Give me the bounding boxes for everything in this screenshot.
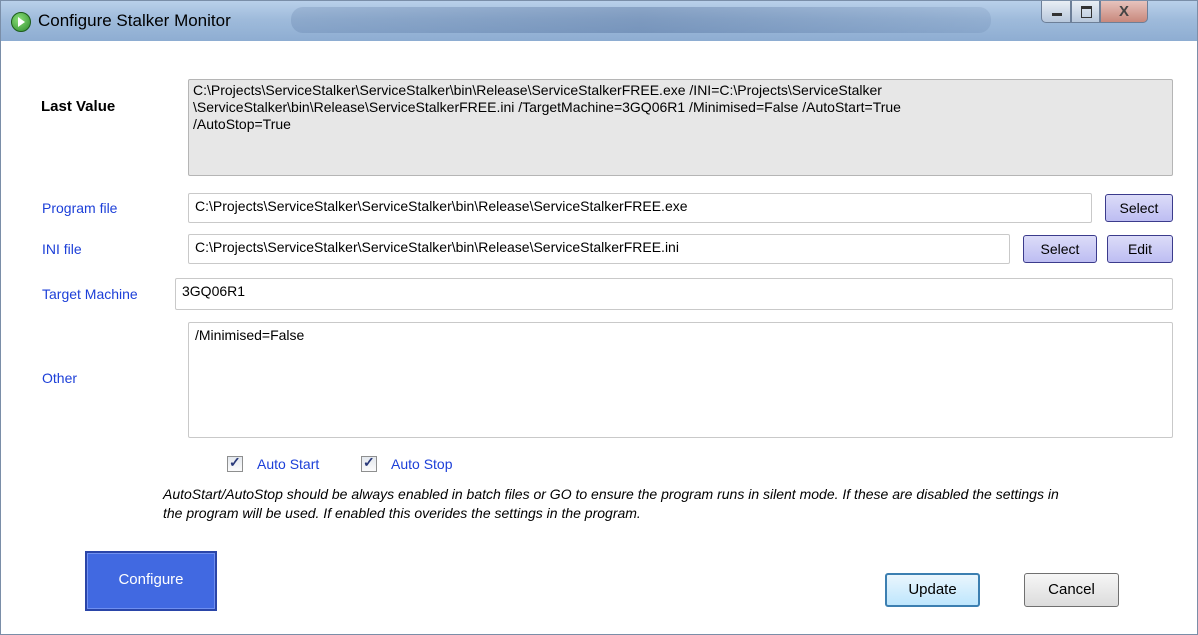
auto-stop-label[interactable]: Auto Stop — [391, 456, 453, 472]
close-icon: X — [1118, 3, 1129, 20]
minimize-button[interactable] — [1041, 1, 1071, 23]
last-value-field: C:\Projects\ServiceStalker\ServiceStalke… — [188, 79, 1173, 176]
target-machine-label: Target Machine — [42, 286, 138, 302]
ini-file-edit-button[interactable]: Edit — [1107, 235, 1173, 263]
check-mark-icon: ✓ — [229, 454, 241, 470]
ini-file-select-button[interactable]: Select — [1023, 235, 1097, 263]
auto-start-stop-note: AutoStart/AutoStop should be always enab… — [163, 486, 1059, 521]
dialog-window: Configure Stalker Monitor X Last Value C… — [0, 0, 1198, 635]
title-bar[interactable]: Configure Stalker Monitor X — [1, 1, 1197, 41]
auto-stop-checkbox[interactable]: ✓ — [361, 454, 377, 472]
other-textarea[interactable]: /Minimised=False — [188, 322, 1173, 438]
auto-start-checkbox[interactable]: ✓ — [227, 454, 243, 472]
auto-start-label[interactable]: Auto Start — [257, 456, 319, 472]
configure-button[interactable]: Configure — [85, 551, 217, 611]
cancel-button[interactable]: Cancel — [1024, 573, 1119, 607]
program-file-input[interactable]: C:\Projects\ServiceStalker\ServiceStalke… — [188, 193, 1092, 223]
ini-file-input[interactable]: C:\Projects\ServiceStalker\ServiceStalke… — [188, 234, 1010, 264]
program-file-select-button[interactable]: Select — [1105, 194, 1173, 222]
update-button[interactable]: Update — [885, 573, 980, 607]
program-file-label: Program file — [42, 200, 118, 216]
check-mark-icon: ✓ — [363, 454, 375, 470]
title-bar-glass — [291, 7, 991, 33]
last-value-label: Last Value — [41, 98, 116, 115]
other-label: Other — [42, 370, 78, 386]
app-play-icon — [11, 12, 31, 32]
target-machine-input[interactable]: 3GQ06R1 — [175, 278, 1173, 310]
window-title: Configure Stalker Monitor — [38, 11, 231, 30]
maximize-button[interactable] — [1071, 1, 1100, 23]
ini-file-label: INI file — [42, 241, 82, 257]
dialog-content: Last Value C:\Projects\ServiceStalker\Se… — [11, 43, 1187, 634]
close-button[interactable]: X — [1100, 1, 1148, 23]
